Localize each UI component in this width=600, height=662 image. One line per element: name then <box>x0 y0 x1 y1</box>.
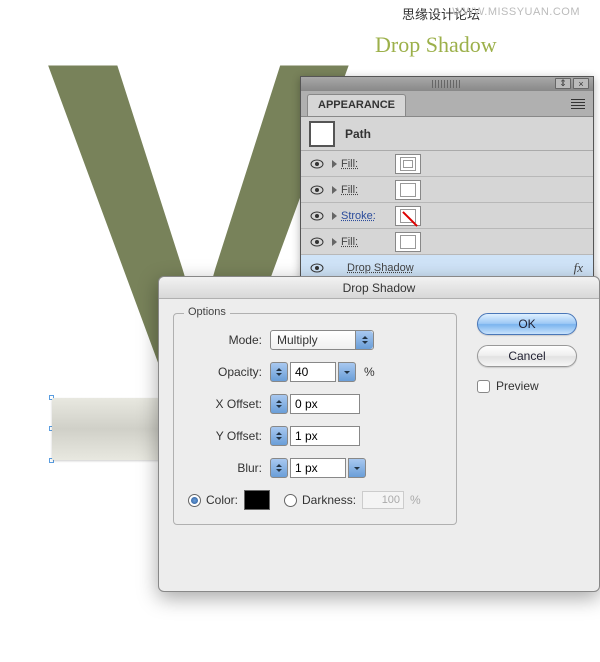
panel-menu-icon[interactable] <box>571 99 585 109</box>
stroke-swatch[interactable] <box>395 206 421 226</box>
panel-header-row[interactable]: Path <box>301 117 593 151</box>
percent-label: % <box>364 365 375 379</box>
disclosure-icon[interactable] <box>332 186 337 194</box>
appearance-row-fill[interactable]: Fill: <box>301 177 593 203</box>
fieldset-legend: Options <box>184 306 230 318</box>
close-button[interactable]: × <box>573 78 589 89</box>
opacity-dropdown[interactable] <box>338 362 356 382</box>
appearance-row-stroke[interactable]: Stroke: <box>301 203 593 229</box>
yoffset-label: Y Offset: <box>188 429 262 443</box>
visibility-icon[interactable] <box>310 263 324 273</box>
grip-icon <box>432 80 462 88</box>
fill-swatch[interactable] <box>395 180 421 200</box>
tab-appearance[interactable]: APPEARANCE <box>307 94 406 116</box>
xoffset-stepper[interactable] <box>270 394 288 414</box>
blur-dropdown[interactable] <box>348 458 366 478</box>
cancel-button[interactable]: Cancel <box>477 345 577 367</box>
row-label: Fill: <box>341 158 391 170</box>
mode-select[interactable]: Multiply <box>270 330 374 350</box>
blur-label: Blur: <box>188 461 262 475</box>
darkness-label: Darkness: <box>302 493 356 507</box>
color-chip[interactable] <box>244 490 270 510</box>
darkness-input <box>362 491 404 509</box>
collapse-button[interactable]: ⇕ <box>555 78 571 89</box>
color-label: Color: <box>206 493 238 507</box>
appearance-row-fill[interactable]: Fill: <box>301 229 593 255</box>
preview-checkbox[interactable] <box>477 380 490 393</box>
disclosure-icon[interactable] <box>332 212 337 220</box>
panel-titlebar[interactable]: ⇕ × <box>301 77 593 91</box>
opacity-stepper[interactable] <box>270 362 288 382</box>
fill-swatch[interactable] <box>395 154 421 174</box>
color-radio[interactable] <box>188 494 201 507</box>
visibility-icon[interactable] <box>310 211 324 221</box>
xoffset-input[interactable] <box>290 394 360 414</box>
yoffset-stepper[interactable] <box>270 426 288 446</box>
darkness-radio[interactable] <box>284 494 297 507</box>
mode-label: Mode: <box>188 333 262 347</box>
visibility-icon[interactable] <box>310 159 324 169</box>
mode-value: Multiply <box>277 333 318 347</box>
path-label: Path <box>345 127 371 141</box>
yoffset-input[interactable] <box>290 426 360 446</box>
drop-shadow-dialog: Drop Shadow Options Mode: Multiply Opaci… <box>158 276 600 592</box>
row-label: Stroke: <box>341 210 391 222</box>
xoffset-label: X Offset: <box>188 397 262 411</box>
percent-label: % <box>410 493 421 507</box>
watermark-en: WWW.MISSYUAN.COM <box>452 6 580 18</box>
chevron-updown-icon <box>355 331 373 349</box>
options-fieldset: Options Mode: Multiply Opacity: % X Offs… <box>173 313 457 525</box>
row-label: Fill: <box>341 184 391 196</box>
ok-button[interactable]: OK <box>477 313 577 335</box>
visibility-icon[interactable] <box>310 185 324 195</box>
opacity-label: Opacity: <box>188 365 262 379</box>
appearance-panel: ⇕ × APPEARANCE Path Fill: Fill: Stroke: … <box>300 76 594 308</box>
blur-input[interactable] <box>290 458 346 478</box>
preview-label: Preview <box>496 379 539 393</box>
disclosure-icon[interactable] <box>332 238 337 246</box>
opacity-input[interactable] <box>290 362 336 382</box>
row-label: Fill: <box>341 236 391 248</box>
disclosure-icon[interactable] <box>332 160 337 168</box>
dialog-title[interactable]: Drop Shadow <box>159 277 599 299</box>
visibility-icon[interactable] <box>310 237 324 247</box>
fill-swatch[interactable] <box>395 232 421 252</box>
panel-tabbar: APPEARANCE <box>301 91 593 117</box>
effect-label: Drop Shadow <box>347 262 414 274</box>
fx-icon[interactable]: fx <box>574 260 583 276</box>
blur-stepper[interactable] <box>270 458 288 478</box>
path-swatch-icon <box>309 121 335 147</box>
appearance-row-fill[interactable]: Fill: <box>301 151 593 177</box>
page-title: Drop Shadow <box>375 32 497 58</box>
